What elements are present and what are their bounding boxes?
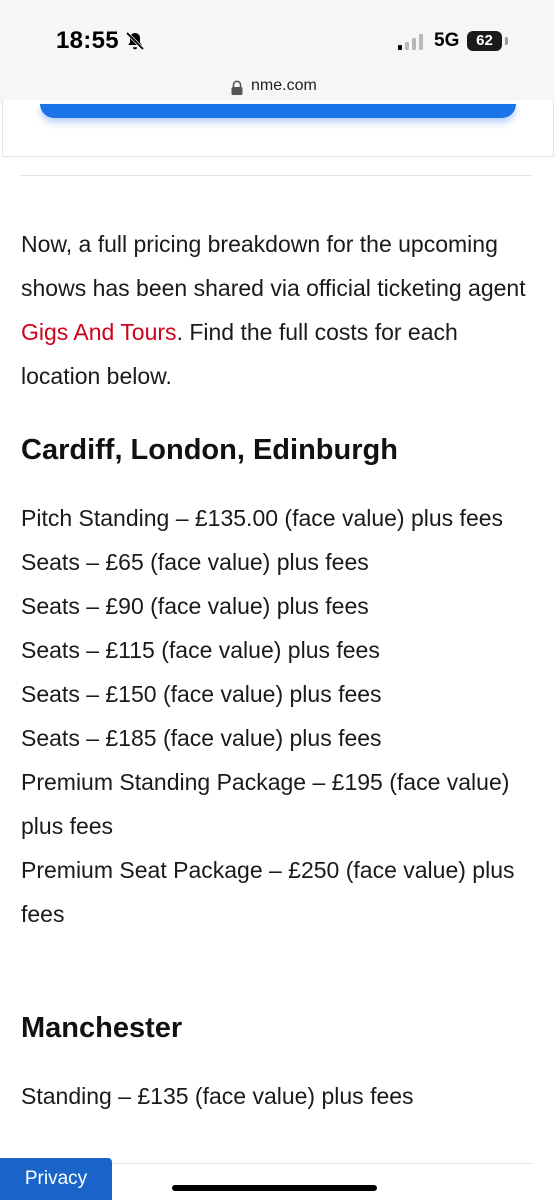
status-time: 18:55 xyxy=(56,27,119,54)
status-bar: 18:55 5G 62 xyxy=(0,0,554,70)
url-text[interactable]: nme.com xyxy=(251,77,317,95)
home-indicator[interactable] xyxy=(172,1185,377,1191)
price-item: Seats – £150 (face value) plus fees xyxy=(21,681,382,707)
article-body: Now, a full pricing breakdown for the up… xyxy=(21,222,533,1109)
cta-button[interactable] xyxy=(40,104,516,118)
privacy-button[interactable]: Privacy xyxy=(0,1158,112,1200)
intro-text-before: Now, a full pricing breakdown for the up… xyxy=(21,231,526,301)
bell-off-icon xyxy=(125,31,145,51)
price-item: Premium Standing Package – £195 (face va… xyxy=(21,769,510,839)
price-item: Seats – £115 (face value) plus fees xyxy=(21,637,380,663)
price-list-cardiff-london-edinburgh: Pitch Standing – £135.00 (face value) pl… xyxy=(21,496,533,936)
price-item: Premium Seat Package – £250 (face value)… xyxy=(21,857,515,927)
price-list-manchester: Standing – £135 (face value) plus fees xyxy=(21,1074,533,1118)
signal-icon xyxy=(398,34,423,50)
divider xyxy=(20,175,532,176)
gigs-and-tours-link[interactable]: Gigs And Tours xyxy=(21,319,177,345)
price-item: Seats – £90 (face value) plus fees xyxy=(21,593,369,619)
network-type: 5G xyxy=(434,30,460,51)
intro-paragraph: Now, a full pricing breakdown for the up… xyxy=(21,222,533,398)
lock-icon xyxy=(231,80,243,95)
battery-indicator: 62 xyxy=(467,31,502,51)
price-item: Standing – £135 (face value) plus fees xyxy=(21,1083,414,1109)
price-item: Seats – £65 (face value) plus fees xyxy=(21,549,369,575)
section-heading-cardiff-london-edinburgh: Cardiff, London, Edinburgh xyxy=(21,434,398,466)
price-item: Pitch Standing – £135.00 (face value) pl… xyxy=(21,505,504,531)
section-heading-manchester: Manchester xyxy=(21,1012,183,1044)
price-item: Seats – £185 (face value) plus fees xyxy=(21,725,382,751)
battery-nub xyxy=(505,37,508,45)
